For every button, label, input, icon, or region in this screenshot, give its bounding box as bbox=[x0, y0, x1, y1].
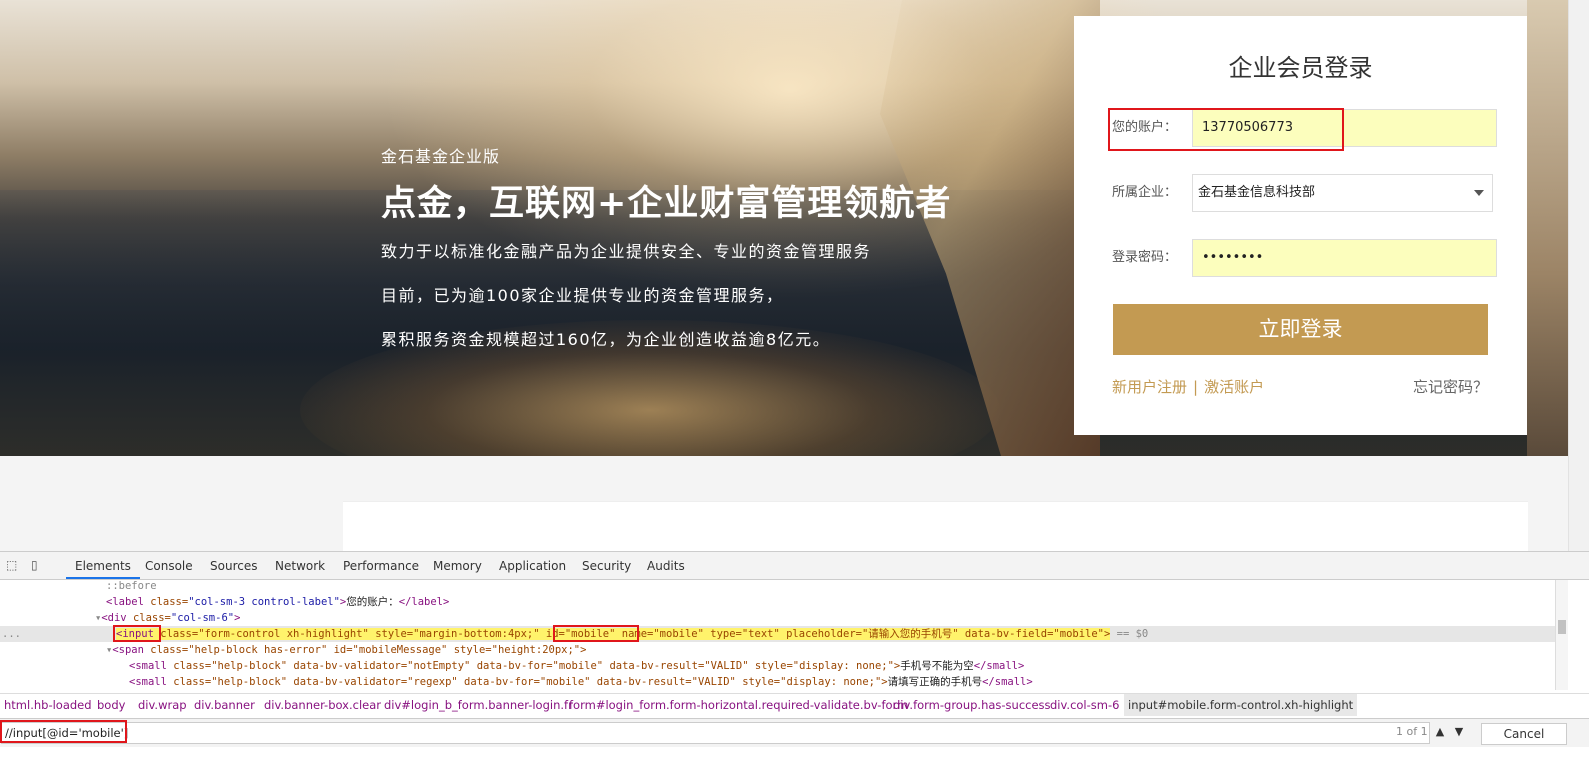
find-input[interactable]: //input[@id='mobile'] bbox=[1, 722, 1430, 744]
tab-application[interactable]: Application bbox=[499, 552, 566, 579]
small-tag-open: <small bbox=[129, 676, 174, 688]
tab-elements[interactable]: Elements bbox=[66, 552, 140, 579]
tab-network[interactable]: Network bbox=[275, 552, 325, 579]
tree-line-div[interactable]: ▾<div class="col-sm-6"> bbox=[0, 610, 1555, 626]
node-ellipsis[interactable]: ... bbox=[2, 626, 21, 642]
account-highlight-box bbox=[1108, 108, 1344, 151]
pseudo-before: ::before bbox=[106, 580, 157, 592]
banner-edge bbox=[1527, 0, 1568, 456]
tab-sources[interactable]: Sources bbox=[210, 552, 257, 579]
tree-line-small-1[interactable]: <small class="help-block" data-bv-valida… bbox=[0, 658, 1555, 674]
span-attrs: class="help-block has-error" id="mobileM… bbox=[150, 644, 587, 656]
small-end-tag: </small> bbox=[973, 660, 1025, 672]
breadcrumb-item[interactable]: div.col-sm-6 bbox=[1050, 694, 1119, 716]
chevron-down-icon bbox=[1474, 190, 1484, 196]
label-tag-open: <label bbox=[106, 596, 151, 608]
content-card bbox=[343, 501, 1528, 552]
find-input-highlight-box bbox=[0, 720, 127, 743]
company-select[interactable]: 金石基金信息科技部 bbox=[1192, 174, 1493, 212]
tab-audits[interactable]: Audits bbox=[647, 552, 685, 579]
breadcrumb-item[interactable]: div.banner-box.clear bbox=[264, 694, 381, 716]
label-class-attr: class= bbox=[150, 596, 189, 608]
breadcrumb-item[interactable]: form#login_form.form-horizontal.required… bbox=[569, 694, 908, 716]
tree-line-before[interactable]: ::before bbox=[0, 580, 1555, 594]
console-ref: == $0 bbox=[1110, 628, 1149, 640]
find-cancel-button[interactable]: Cancel bbox=[1481, 723, 1567, 745]
span-tag-open: <span bbox=[112, 644, 151, 656]
label-class-value: "col-sm-3 control-label" bbox=[188, 596, 340, 608]
banner-headline: 点金，互联网+企业财富管理领航者 bbox=[381, 184, 952, 224]
div-tag-close: > bbox=[234, 612, 241, 624]
devtools-panel: ⬚ ▯ Elements Console Sources Network Per… bbox=[0, 551, 1589, 762]
find-next-icon[interactable]: ▼ bbox=[1452, 723, 1466, 741]
company-row: 所属企业： 金石基金信息科技部 bbox=[1112, 174, 1493, 212]
input-tag-highlight-box bbox=[113, 625, 161, 642]
devtools-tabbar: ⬚ ▯ Elements Console Sources Network Per… bbox=[0, 552, 1589, 580]
login-submit-button[interactable]: 立即登录 bbox=[1113, 304, 1488, 355]
small-tag-open: <small bbox=[129, 660, 174, 672]
inspect-element-icon[interactable]: ⬚ bbox=[6, 558, 20, 572]
banner-subtitle: 金石基金企业版 bbox=[381, 147, 501, 166]
small-text: 手机号不能为空 bbox=[900, 660, 974, 672]
link-separator: | bbox=[1193, 378, 1199, 396]
register-link[interactable]: 新用户注册 bbox=[1112, 378, 1187, 396]
breadcrumb-item[interactable]: div.wrap bbox=[138, 694, 187, 716]
find-match-count: 1 of 1 bbox=[1396, 725, 1428, 738]
password-input[interactable]: •••••••• bbox=[1192, 239, 1497, 277]
login-links: 新用户注册 | 激活账户 忘记密码？ bbox=[1112, 376, 1488, 397]
find-previous-icon[interactable]: ▲ bbox=[1433, 723, 1447, 741]
password-row: 登录密码： •••••••• bbox=[1112, 239, 1497, 277]
breadcrumb-item[interactable]: div.banner bbox=[194, 694, 255, 716]
scrollbar-thumb[interactable] bbox=[1558, 620, 1566, 634]
breadcrumb-item[interactable]: div#login_b_form.banner-login.fr bbox=[384, 694, 573, 716]
small-text: 请填写正确的手机号 bbox=[887, 676, 983, 688]
tree-line-input-selected[interactable]: ... <input class="form-control xh-highli… bbox=[0, 626, 1555, 642]
password-label: 登录密码： bbox=[1112, 250, 1178, 265]
tab-console[interactable]: Console bbox=[145, 552, 193, 579]
tab-memory[interactable]: Memory bbox=[433, 552, 482, 579]
tree-line-small-2[interactable]: <small class="help-block" data-bv-valida… bbox=[0, 674, 1555, 690]
company-select-value: 金石基金信息科技部 bbox=[1198, 185, 1316, 200]
banner-line-1: 致力于以标准化金融产品为企业提供安全、专业的资金管理服务 bbox=[381, 242, 872, 261]
div-class-value: "col-sm-6" bbox=[170, 612, 235, 624]
breadcrumb-item[interactable]: div.form-group.has-success bbox=[893, 694, 1051, 716]
activate-account-link[interactable]: 激活账户 bbox=[1204, 378, 1264, 396]
label-end-tag: </label> bbox=[398, 596, 450, 608]
small-attrs: class="help-block" data-bv-validator="re… bbox=[173, 676, 888, 688]
elements-tree: ::before <label class="col-sm-3 control-… bbox=[0, 580, 1555, 690]
input-attrs-2: name="mobile" type="text" placeholder="请… bbox=[615, 628, 1111, 640]
label-text: 您的账户： bbox=[346, 596, 399, 608]
find-bar: //input[@id='mobile'] 1 of 1 ▲ ▼ Cancel bbox=[0, 718, 1589, 747]
div-class-attr: class= bbox=[132, 612, 171, 624]
id-attr-highlight-box bbox=[553, 625, 639, 642]
tree-line-label[interactable]: <label class="col-sm-3 control-label">您的… bbox=[0, 594, 1555, 610]
banner-line-3: 累积服务资金规模超过160亿，为企业创造收益逾8亿元。 bbox=[381, 330, 831, 349]
banner-slogan: 金石基金企业版 点金，互联网+企业财富管理领航者 致力于以标准化金融产品为企业提… bbox=[381, 143, 951, 350]
device-toolbar-icon[interactable]: ▯ bbox=[31, 558, 45, 572]
small-attrs: class="help-block" data-bv-validator="no… bbox=[173, 660, 901, 672]
div-tag-open: <div bbox=[101, 612, 133, 624]
tab-performance[interactable]: Performance bbox=[343, 552, 419, 579]
login-panel: 企业会员登录 您的账户： 13770506773 所属企业： 金石基金信息科技部… bbox=[1074, 16, 1527, 435]
small-end-tag: </small> bbox=[982, 676, 1033, 688]
company-label: 所属企业： bbox=[1112, 185, 1178, 200]
breadcrumb-item[interactable]: html.hb-loaded bbox=[4, 694, 92, 716]
input-attrs-1: class="form-control xh-highlight" style=… bbox=[153, 628, 540, 640]
banner-line-2: 目前，已为逾100家企业提供专业的资金管理服务， bbox=[381, 286, 784, 305]
page-scrollbar[interactable] bbox=[1568, 0, 1589, 551]
elements-scrollbar[interactable] bbox=[1555, 580, 1568, 690]
tab-security[interactable]: Security bbox=[582, 552, 631, 579]
login-title: 企业会员登录 bbox=[1228, 54, 1373, 82]
breadcrumb-item-current[interactable]: input#mobile.form-control.xh-highlight bbox=[1124, 694, 1358, 716]
breadcrumb-item[interactable]: body bbox=[97, 694, 125, 716]
breadcrumb: html.hb-loaded body div.wrap div.banner … bbox=[0, 693, 1589, 716]
tree-line-span[interactable]: ▾<span class="help-block has-error" id="… bbox=[0, 642, 1555, 658]
forgot-password-link[interactable]: 忘记密码？ bbox=[1413, 376, 1488, 397]
